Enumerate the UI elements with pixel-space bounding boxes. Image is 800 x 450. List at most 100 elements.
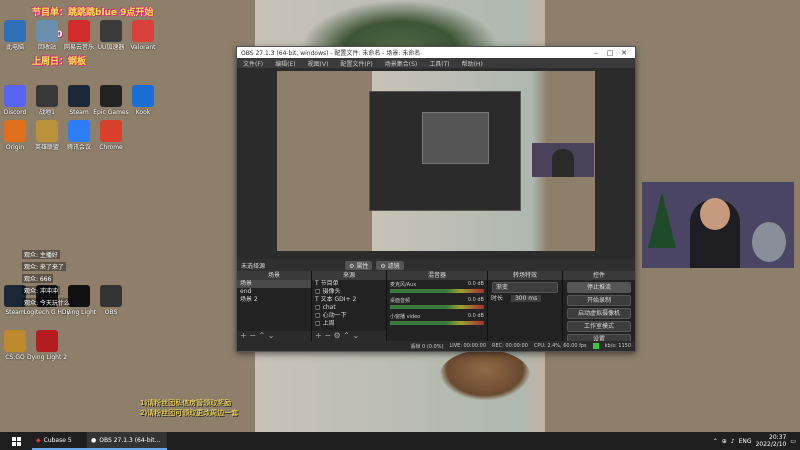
filters-button[interactable]: ⚙ 滤镜	[376, 260, 404, 270]
scene-item[interactable]: end	[237, 288, 311, 296]
source-item[interactable]: ▢ chat	[312, 304, 386, 312]
up-icon[interactable]: ⌃	[259, 331, 266, 340]
transition-select[interactable]: 渐变	[492, 282, 558, 293]
taskbar-app-label: OBS 27.1.3 (64-bit...	[99, 436, 161, 444]
desktop-icon-label: Dying Light 2	[26, 354, 68, 361]
mixer-row: 小窗播 video 0.0 dB	[387, 312, 487, 328]
chat-line: 观众: 666	[22, 274, 54, 283]
clock[interactable]: 20:37 2022/2/10	[756, 434, 787, 448]
source-toolbar: 未选择源 ⚙ 属性 ⚙ 滤镜	[237, 259, 635, 271]
pot-image	[440, 350, 530, 400]
minimize-icon[interactable]: –	[589, 49, 603, 57]
volume-meter[interactable]	[390, 289, 484, 293]
clock-time: 20:37	[769, 434, 787, 441]
scene-item[interactable]: 场景	[237, 280, 311, 288]
app-icon	[132, 20, 154, 42]
plush-toy-image	[752, 222, 786, 262]
properties-label: 属性	[356, 262, 369, 270]
filters-label: 滤镜	[387, 262, 400, 270]
source-label: 文本 GDI+ 2	[320, 296, 357, 303]
duration-label: 时长	[491, 295, 504, 302]
taskbar-cubase[interactable]: ◆ Cubase 5	[32, 432, 87, 450]
menu-tools[interactable]: 工具(T)	[423, 59, 455, 68]
taskbar-obs[interactable]: ● OBS 27.1.3 (64-bit...	[87, 432, 167, 450]
start-recording-button[interactable]: 开始录制	[567, 295, 631, 306]
desktop-icon[interactable]: Chrome	[86, 120, 136, 164]
virtual-camera-button[interactable]: 启动虚拟摄像机	[567, 308, 631, 319]
cubase-icon: ◆	[36, 436, 41, 444]
gear-icon[interactable]: ⚙	[334, 331, 341, 340]
no-source-label: 未选择源	[241, 262, 266, 270]
chat-line: 观众: 主播好	[22, 250, 60, 259]
controls-dock: 控件 停止推流 开始录制 启动虚拟摄像机 工作室模式 设置	[563, 271, 635, 345]
system-tray: ⌃ ⊕ ♪ ENG 20:37 2022/2/10 ▭	[713, 434, 800, 448]
stop-streaming-button[interactable]: 停止推流	[567, 282, 631, 293]
taskbar-app-label: Cubase 5	[43, 436, 72, 444]
add-icon[interactable]: +	[240, 331, 247, 340]
scene-item[interactable]: 场景 2	[237, 296, 311, 304]
desktop-icon-label: Kook	[135, 109, 151, 116]
dropped-frames: 丢帧 0 (0.0%)	[410, 343, 444, 350]
status-bar: 丢帧 0 (0.0%) LIVE: 00:00:00 REC: 00:00:00…	[237, 341, 635, 351]
chat-line: 观众: 冲冲冲	[22, 286, 60, 295]
live-timer: LIVE: 00:00:00	[449, 343, 487, 349]
app-icon	[100, 120, 122, 142]
menu-help[interactable]: 帮助(H)	[456, 59, 489, 68]
source-item[interactable]: ▢ 摄像头	[312, 288, 386, 296]
volume-meter[interactable]	[390, 305, 484, 309]
preview-canvas[interactable]	[277, 71, 595, 251]
obs-titlebar[interactable]: OBS 27.1.3 (64-bit, windows) - 配置文件: 未命名…	[237, 47, 635, 58]
scenes-toolbar: + − ⌃ ⌄	[237, 331, 311, 341]
properties-button[interactable]: ⚙ 属性	[345, 260, 373, 270]
menu-scene-collection[interactable]: 场景集合(S)	[379, 59, 424, 68]
volume-meter[interactable]	[390, 321, 484, 325]
source-item[interactable]: T 节目单	[312, 280, 386, 288]
app-icon	[100, 285, 122, 307]
close-icon[interactable]: ✕	[617, 49, 631, 57]
menu-view[interactable]: 视图(V)	[302, 59, 335, 68]
notification-icon[interactable]: ▭	[790, 438, 796, 445]
remove-icon[interactable]: −	[249, 331, 256, 340]
menu-profile[interactable]: 配置文件(P)	[334, 59, 378, 68]
studio-mode-button[interactable]: 工作室模式	[567, 321, 631, 332]
menu-edit[interactable]: 编辑(E)	[269, 59, 301, 68]
scenes-dock: 场景 场景 end 场景 2 + − ⌃ ⌄	[237, 271, 312, 341]
windows-start-icon[interactable]	[0, 432, 32, 450]
sources-dock: 来源 T 节目单 ▢ 摄像头 T 文本 GDI+ 2 ▢ chat ▢ 心动一下…	[312, 271, 387, 341]
mixer-db: 0.0 dB	[467, 313, 484, 319]
language-indicator[interactable]: ENG	[739, 438, 752, 445]
bottom-note-1: 1)请粉丝团私信房管领取奖励	[140, 399, 232, 407]
down-icon[interactable]: ⌄	[352, 331, 359, 340]
rec-timer: REC: 00:00:00	[492, 343, 528, 349]
up-icon[interactable]: ⌃	[343, 331, 350, 340]
obs-window[interactable]: OBS 27.1.3 (64-bit, windows) - 配置文件: 未命名…	[236, 46, 636, 352]
streamer-face	[700, 198, 730, 230]
duration-input[interactable]: 300 ms	[510, 295, 542, 302]
volume-icon[interactable]: ♪	[731, 438, 735, 445]
nested-obs-preview	[369, 91, 521, 211]
desktop-icon[interactable]: Valorant	[118, 20, 168, 64]
network-icon[interactable]: ⊕	[722, 438, 727, 445]
mixer-channel-name: 小窗播 video	[390, 314, 421, 320]
christmas-tree-image	[648, 192, 676, 248]
source-item[interactable]: ▢ 上周	[312, 320, 386, 328]
transitions-title: 转场特效	[488, 271, 562, 280]
maximize-icon[interactable]: □	[603, 49, 617, 57]
source-label: 上周	[322, 320, 335, 327]
desktop-icon[interactable]: Dying Light 2	[22, 330, 72, 374]
mixer-row: 麦克风/Aux 0.0 dB	[387, 280, 487, 296]
source-item[interactable]: ▢ 心动一下	[312, 312, 386, 320]
tray-chevron-icon[interactable]: ⌃	[713, 438, 718, 445]
desktop-icon[interactable]: OBS	[86, 285, 136, 329]
mixer-channel-name: 麦克风/Aux	[390, 282, 417, 288]
menu-file[interactable]: 文件(F)	[237, 59, 269, 68]
source-item[interactable]: T 文本 GDI+ 2	[312, 296, 386, 304]
obs-icon: ●	[91, 436, 97, 444]
down-icon[interactable]: ⌄	[268, 331, 275, 340]
schedule-banner: 节目单：跳跳跳blue 9点开始	[32, 8, 154, 18]
duration-row: 时长 300 ms	[488, 295, 562, 303]
preview-webcam	[532, 143, 594, 177]
bitrate: kb/s: 1150	[604, 343, 631, 349]
remove-icon[interactable]: −	[324, 331, 331, 340]
add-icon[interactable]: +	[315, 331, 322, 340]
